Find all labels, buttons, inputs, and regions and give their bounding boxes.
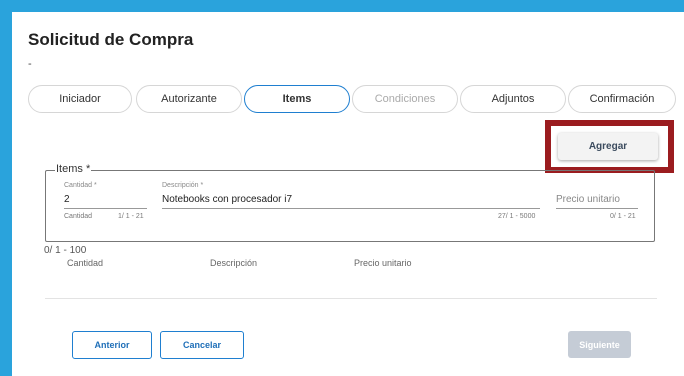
tab-iniciador[interactable]: Iniciador bbox=[28, 85, 132, 113]
next-button[interactable]: Siguiente bbox=[568, 331, 631, 358]
add-item-button[interactable]: Agregar bbox=[558, 133, 658, 160]
page-subtitle: - bbox=[28, 58, 32, 70]
column-header-descripcion: Descripción bbox=[210, 258, 258, 268]
quantity-input[interactable]: 2 bbox=[64, 194, 70, 205]
items-fieldset-legend: Items * bbox=[55, 163, 92, 175]
section-divider bbox=[45, 298, 657, 299]
page-title: Solicitud de Compra bbox=[28, 30, 194, 49]
stepper-tabs: Iniciador Autorizante Items Condiciones … bbox=[28, 85, 676, 113]
tab-adjuntos[interactable]: Adjuntos bbox=[460, 85, 566, 113]
items-counter: 0/ 1 - 100 bbox=[44, 245, 87, 256]
main-card: Solicitud de Compra - Iniciador Autoriza… bbox=[12, 12, 684, 376]
column-header-precio: Precio unitario bbox=[354, 258, 412, 268]
back-button[interactable]: Anterior bbox=[72, 331, 152, 359]
unit-price-underline bbox=[556, 208, 638, 209]
quantity-label: Cantidad * bbox=[64, 182, 97, 189]
unit-price-counter: 0/ 1 - 21 bbox=[610, 213, 636, 220]
items-fieldset bbox=[45, 170, 655, 242]
quantity-underline bbox=[64, 208, 147, 209]
description-underline bbox=[162, 208, 540, 209]
column-header-cantidad: Cantidad bbox=[67, 258, 104, 268]
description-label: Descripción * bbox=[162, 182, 204, 189]
unit-price-input[interactable]: Precio unitario bbox=[556, 194, 620, 205]
description-counter: 27/ 1 - 5000 bbox=[498, 213, 536, 220]
tab-autorizante[interactable]: Autorizante bbox=[136, 85, 242, 113]
description-input[interactable]: Notebooks con procesador i7 bbox=[162, 194, 292, 205]
tab-items[interactable]: Items bbox=[244, 85, 350, 113]
tab-confirmacion[interactable]: Confirmación bbox=[568, 85, 676, 113]
cancel-button[interactable]: Cancelar bbox=[160, 331, 244, 359]
tab-condiciones[interactable]: Condiciones bbox=[352, 85, 458, 113]
quantity-counter: 1/ 1 - 21 bbox=[118, 213, 144, 220]
quantity-hint: Cantidad bbox=[64, 213, 93, 220]
